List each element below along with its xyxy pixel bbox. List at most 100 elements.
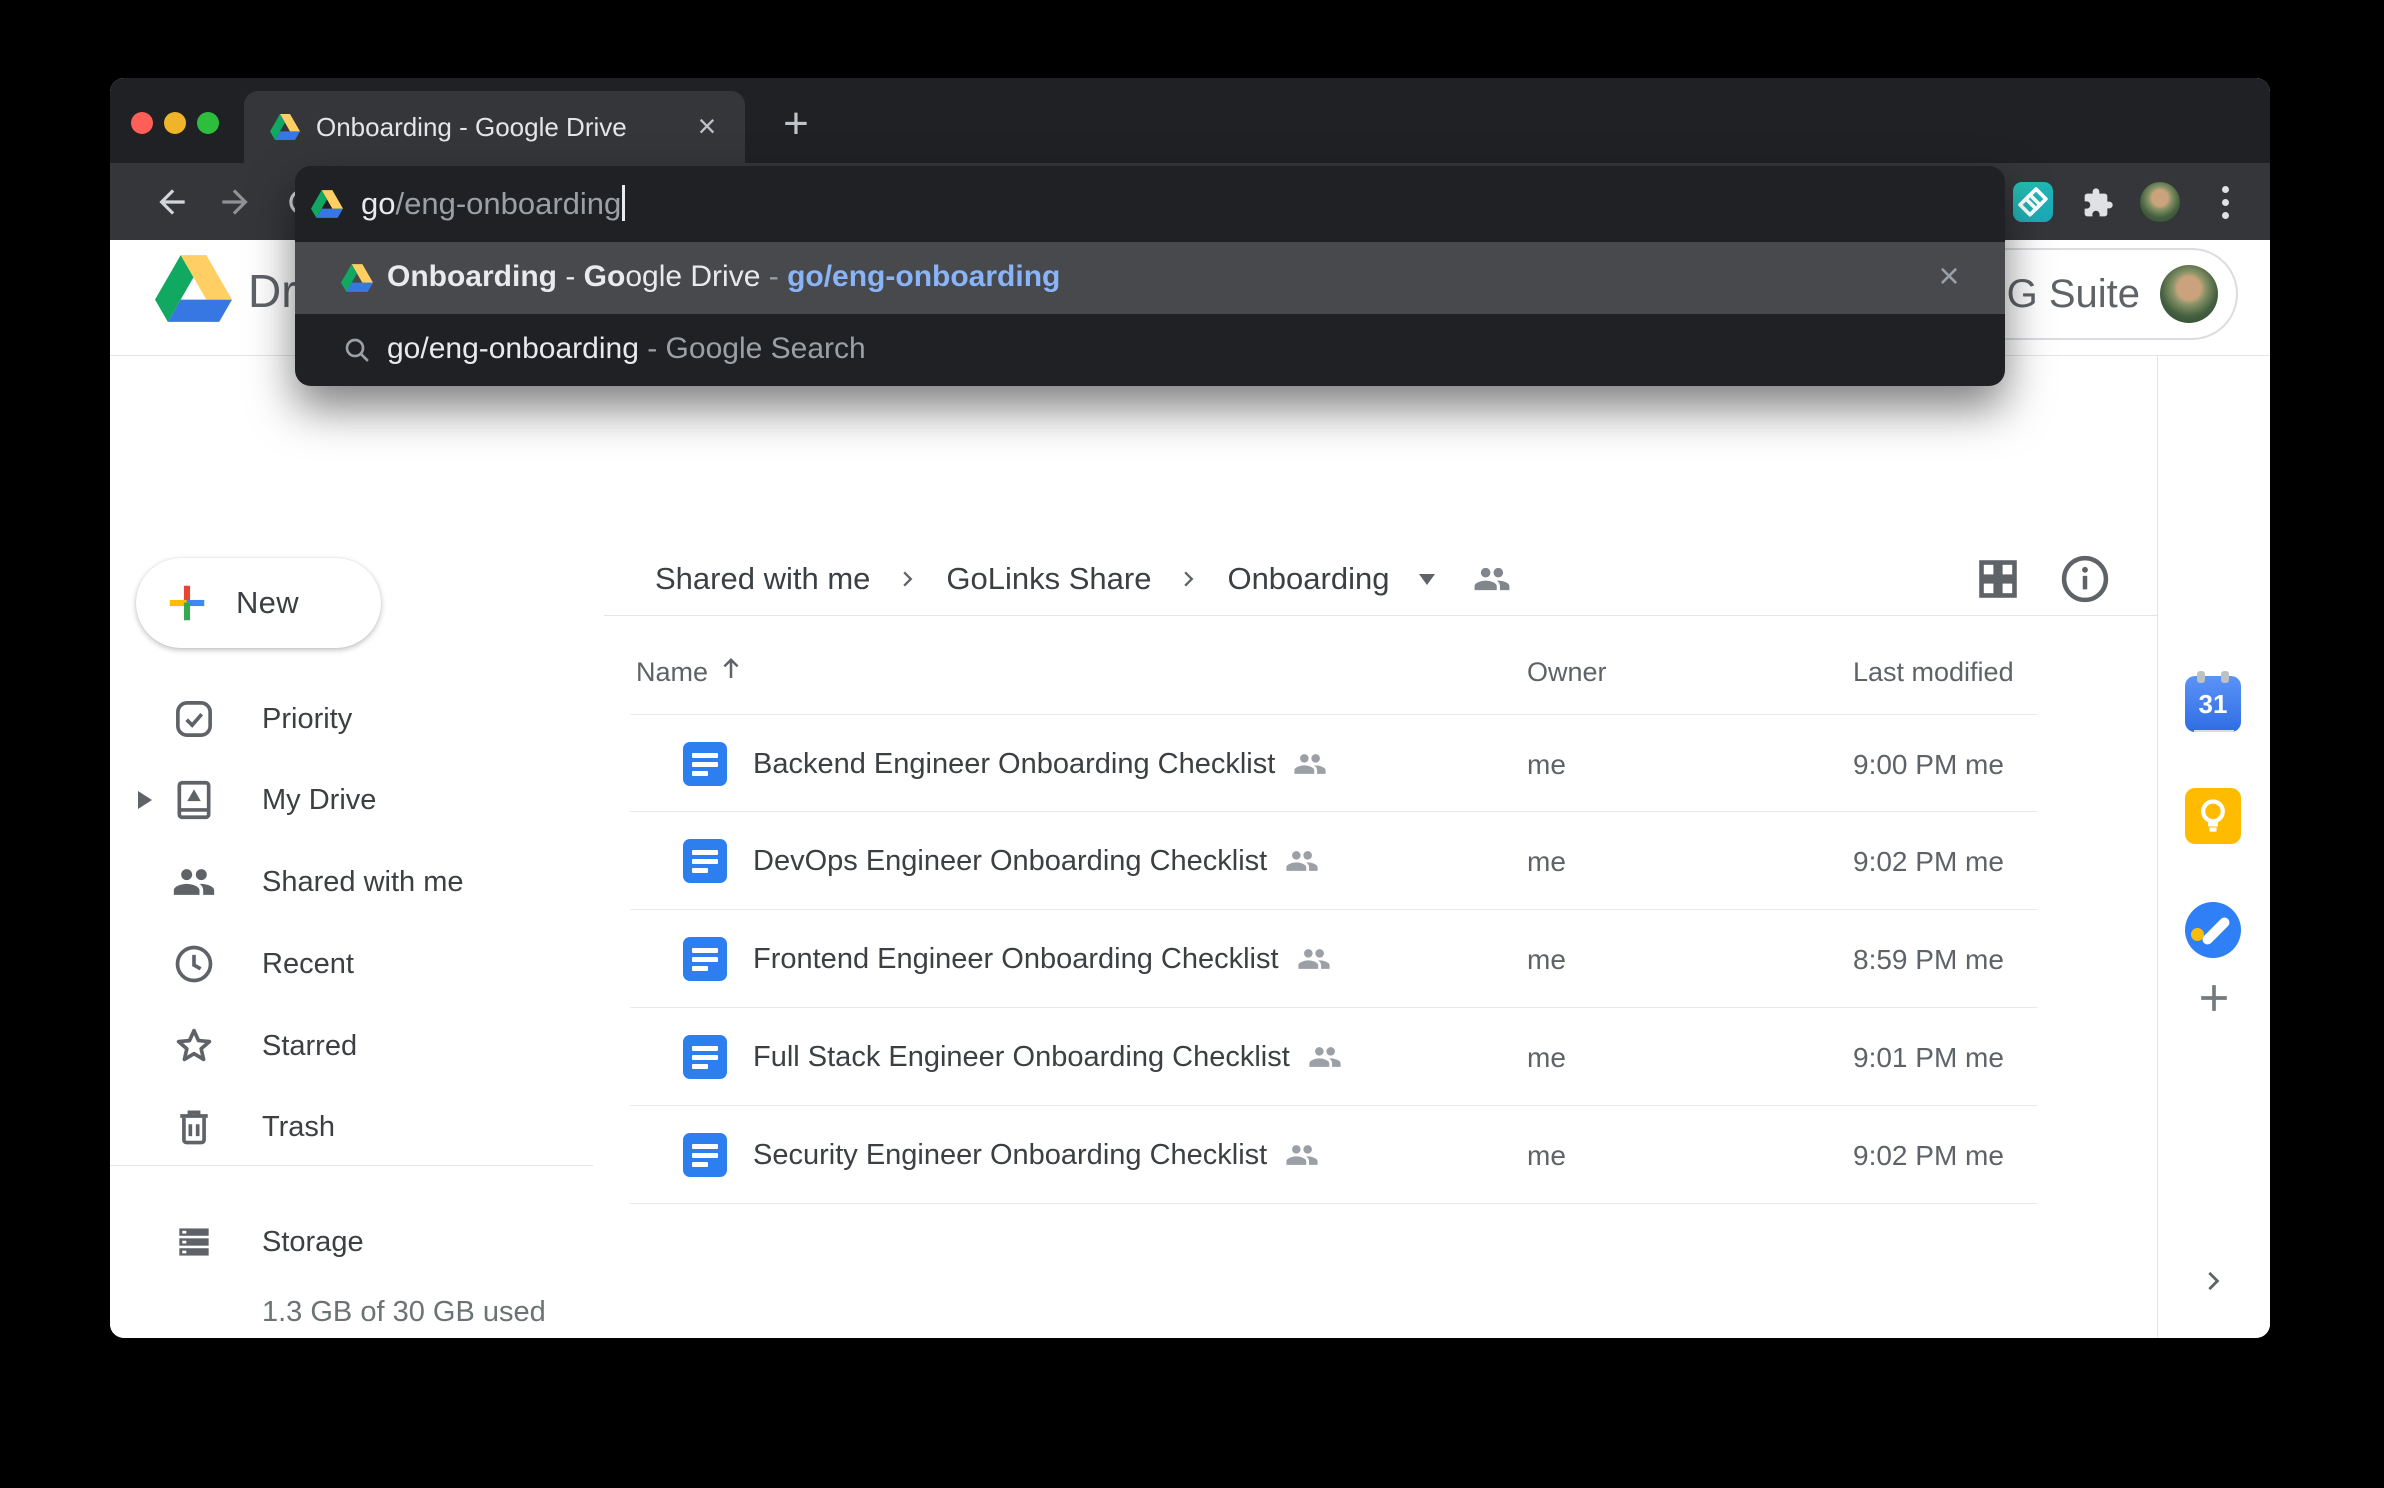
column-header-owner[interactable]: Owner (1527, 657, 1607, 688)
keep-icon[interactable] (2185, 788, 2241, 844)
shared-folder-people-icon (1473, 564, 1511, 594)
tab-title: Onboarding - Google Drive (316, 91, 627, 163)
my-drive-icon (172, 778, 216, 822)
clock-icon (172, 942, 216, 986)
file-owner: me (1527, 846, 1566, 878)
chevron-right-icon (1175, 565, 1203, 593)
tasks-icon[interactable] (2185, 902, 2241, 958)
google-doc-icon (683, 839, 727, 883)
omnibox-input[interactable]: go/eng-onboarding (295, 166, 2005, 242)
shared-people-icon (1308, 1044, 1342, 1070)
grid-view-icon[interactable] (1975, 556, 2021, 602)
sidebar-item-label: Storage (262, 1226, 364, 1259)
table-row[interactable]: Security Engineer Onboarding Checklist m… (630, 1106, 2037, 1204)
close-window-button[interactable] (131, 112, 153, 134)
file-owner: me (1527, 1140, 1566, 1172)
search-icon (341, 334, 373, 366)
browser-window: Onboarding - Google Drive × + Dri (110, 78, 2270, 1338)
drive-favicon-icon (311, 188, 343, 220)
calendar-icon[interactable]: 31 (2185, 676, 2241, 732)
table-header-row: Name Owner Last modified (630, 657, 2037, 713)
priority-icon (172, 697, 216, 741)
table-row[interactable]: DevOps Engineer Onboarding Checklist me … (630, 812, 2037, 910)
info-icon[interactable] (2058, 552, 2112, 606)
sidebar-item-starred[interactable]: Starred (110, 1005, 604, 1087)
omnibox-dropdown: go/eng-onboarding Onboarding - Google Dr… (295, 166, 2005, 386)
collapse-rail-chevron-icon[interactable] (2197, 1264, 2231, 1298)
minimize-window-button[interactable] (164, 112, 186, 134)
table-row[interactable]: Backend Engineer Onboarding Checklist me… (630, 714, 2037, 812)
rail-divider (2194, 730, 2234, 732)
forward-icon[interactable] (216, 183, 254, 221)
sort-ascending-icon[interactable] (716, 653, 746, 683)
breadcrumb-onboarding[interactable]: Onboarding (1227, 561, 1389, 597)
star-icon (172, 1024, 216, 1068)
table-row[interactable]: Frontend Engineer Onboarding Checklist m… (630, 910, 2037, 1008)
google-doc-icon (683, 1133, 727, 1177)
golinks-extension-icon[interactable] (2013, 182, 2053, 222)
file-list: Backend Engineer Onboarding Checklist me… (630, 714, 2037, 1204)
new-tab-button[interactable]: + (768, 91, 824, 163)
sidebar-item-my-drive[interactable]: My Drive (110, 759, 604, 841)
shared-people-icon (1285, 848, 1319, 874)
sidebar-item-shared-with-me[interactable]: Shared with me (110, 841, 604, 923)
column-header-name[interactable]: Name (636, 657, 708, 688)
column-header-modified[interactable]: Last modified (1853, 657, 2014, 688)
table-row[interactable]: Full Stack Engineer Onboarding Checklist… (630, 1008, 2037, 1106)
storage-usage-text: 1.3 GB of 30 GB used (262, 1296, 546, 1329)
sidebar-item-label: Recent (262, 948, 354, 981)
tab-onboarding-google-drive[interactable]: Onboarding - Google Drive × (244, 91, 745, 163)
google-doc-icon (683, 1035, 727, 1079)
account-avatar[interactable] (2160, 265, 2218, 323)
file-modified: 8:59 PM me (1853, 944, 2004, 976)
tab-close-icon[interactable]: × (689, 109, 725, 145)
sidebar-item-recent[interactable]: Recent (110, 923, 604, 1005)
file-name: Backend Engineer Onboarding Checklist (753, 748, 1275, 781)
file-owner: me (1527, 944, 1566, 976)
file-modified: 9:02 PM me (1853, 846, 2004, 878)
sidebar-item-storage[interactable]: Storage (110, 1201, 604, 1283)
storage-icon (172, 1220, 216, 1264)
new-plus-icon (164, 580, 210, 626)
file-owner: me (1527, 749, 1566, 781)
zoom-window-button[interactable] (197, 112, 219, 134)
google-doc-icon (683, 937, 727, 981)
file-name: Frontend Engineer Onboarding Checklist (753, 943, 1279, 976)
file-modified: 9:00 PM me (1853, 749, 2004, 781)
extensions-puzzle-icon[interactable] (2082, 187, 2114, 219)
browser-profile-avatar[interactable] (2140, 182, 2180, 222)
add-apps-icon[interactable] (2192, 976, 2236, 1020)
breadcrumb-shared-with-me[interactable]: Shared with me (655, 561, 870, 597)
shared-people-icon (1293, 751, 1327, 777)
drive-page: Drive G Suite New Priority (110, 240, 2270, 1338)
breadcrumb: Shared with me GoLinks Share Onboarding (655, 551, 1511, 607)
sidebar-item-label: Priority (262, 703, 352, 736)
gsuite-label: G Suite (2007, 272, 2140, 317)
file-name: Security Engineer Onboarding Checklist (753, 1139, 1267, 1172)
breadcrumb-golinks-share[interactable]: GoLinks Share (946, 561, 1151, 597)
file-name: DevOps Engineer Onboarding Checklist (753, 845, 1267, 878)
new-button[interactable]: New (136, 558, 381, 648)
drive-logo-icon[interactable] (155, 255, 232, 322)
omnibox-completion-text: /eng-onboarding (395, 186, 621, 221)
suggestion-google-search[interactable]: go/eng-onboarding - Google Search (295, 314, 2005, 386)
back-icon[interactable] (153, 183, 191, 221)
sidebar-item-trash[interactable]: Trash (110, 1086, 604, 1168)
drive-favicon-icon (270, 112, 300, 142)
remove-suggestion-icon[interactable]: × (1929, 256, 1969, 296)
chevron-right-icon (894, 565, 922, 593)
google-doc-icon (683, 742, 727, 786)
new-button-label: New (236, 585, 299, 621)
chrome-menu-icon[interactable] (2220, 186, 2230, 220)
suggestion-onboarding-google-drive[interactable]: Onboarding - Google Drive - go/eng-onboa… (295, 242, 2005, 314)
sidebar-item-priority[interactable]: Priority (110, 678, 604, 760)
file-name: Full Stack Engineer Onboarding Checklist (753, 1041, 1290, 1074)
folder-menu-caret-icon[interactable] (1419, 574, 1435, 585)
expand-arrow-icon[interactable] (138, 791, 152, 809)
file-modified: 9:01 PM me (1853, 1042, 2004, 1074)
sidebar-item-label: Shared with me (262, 866, 464, 899)
shared-people-icon (1297, 946, 1331, 972)
text-caret (622, 185, 625, 221)
shared-people-icon (1285, 1142, 1319, 1168)
sidebar-item-label: Trash (262, 1111, 335, 1144)
